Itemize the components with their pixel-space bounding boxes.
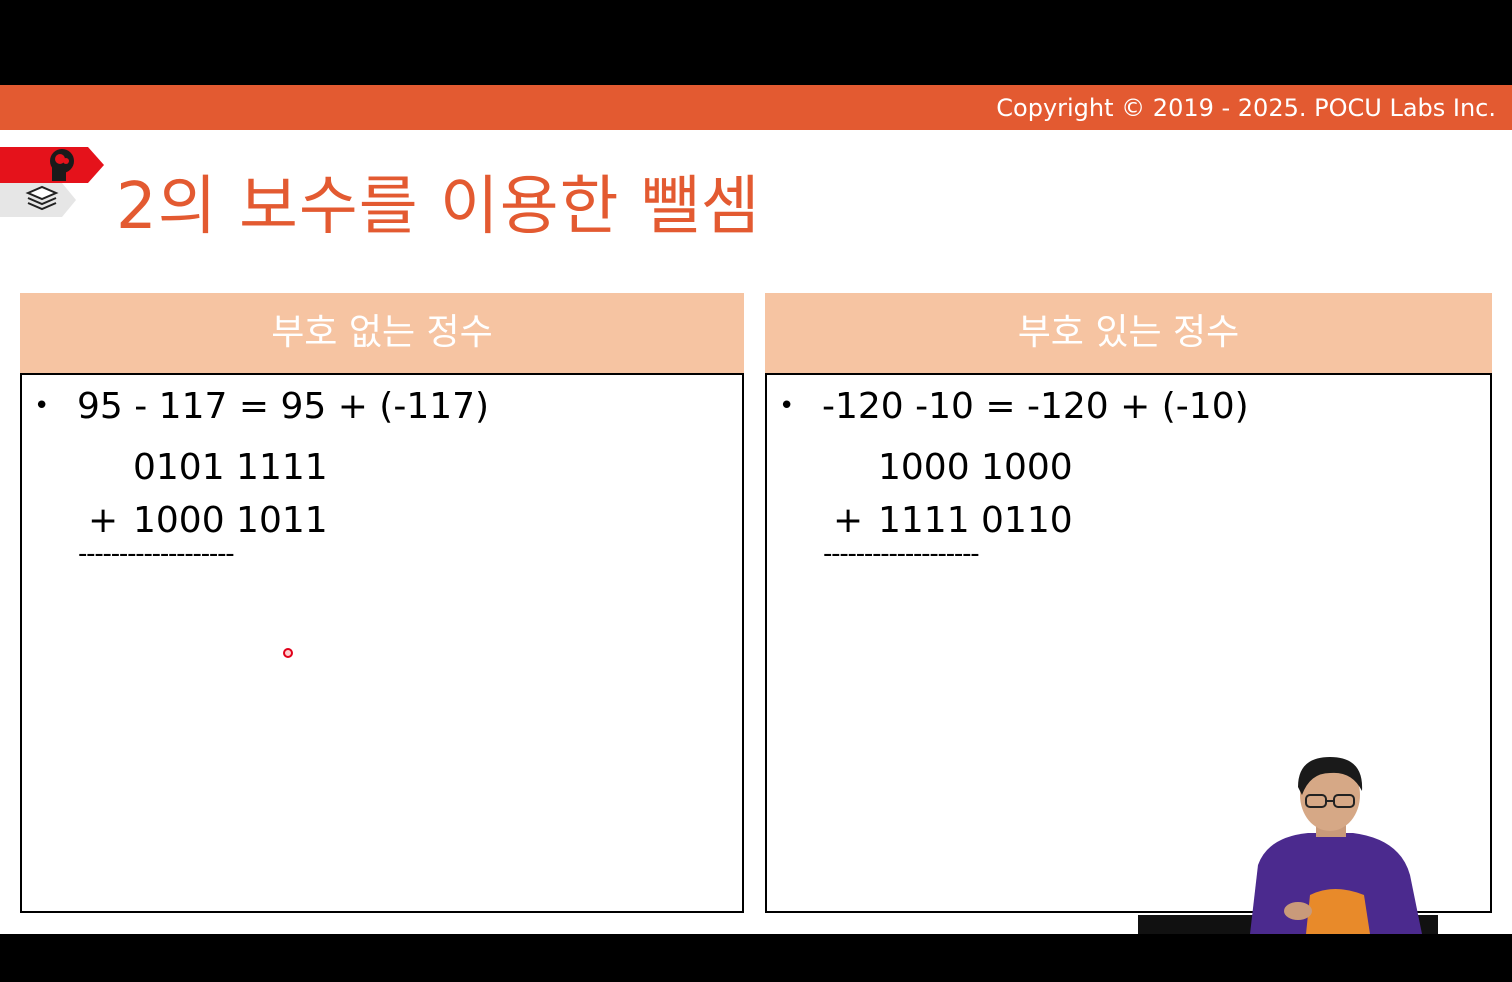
- bullet: •: [779, 391, 795, 421]
- copyright-text: Copyright © 2019 - 2025. POCU Labs Inc.: [996, 94, 1496, 122]
- slide: Copyright © 2019 - 2025. POCU Labs Inc. …: [0, 85, 1512, 934]
- binary-operand-2: 1111 0110: [878, 500, 1073, 541]
- bullet: •: [34, 391, 50, 421]
- slide-title: 2의 보수를 이용한 뺄셈: [116, 170, 761, 244]
- laser-pointer-dot: [283, 648, 293, 658]
- sum-separator: -------------------: [823, 539, 980, 569]
- stack-layers-icon: [0, 183, 76, 217]
- plus-operator: +: [88, 500, 119, 541]
- binary-operand-1: 0101 1111: [133, 447, 328, 488]
- brain-head-icon: [0, 147, 104, 183]
- plus-operator: +: [833, 500, 864, 541]
- copyright-bar: Copyright © 2019 - 2025. POCU Labs Inc.: [0, 85, 1512, 130]
- unsigned-panel: 부호 없는 정수 • 95 - 117 = 95 + (-117) 0101 1…: [20, 293, 744, 913]
- panel-header-signed: 부호 있는 정수: [765, 293, 1492, 373]
- binary-operand-1: 1000 1000: [878, 447, 1073, 488]
- equation: -120 -10 = -120 + (-10): [822, 386, 1249, 427]
- video-bottom-letterbox: [0, 934, 1512, 982]
- equation: 95 - 117 = 95 + (-117): [77, 386, 490, 427]
- sum-separator: -------------------: [78, 539, 235, 569]
- presenter-video-overlay: [1138, 757, 1438, 934]
- binary-operand-2: 1000 1011: [133, 500, 328, 541]
- panel-body-unsigned: • 95 - 117 = 95 + (-117) 0101 1111 + 100…: [20, 373, 744, 913]
- panel-header-unsigned: 부호 없는 정수: [20, 293, 744, 373]
